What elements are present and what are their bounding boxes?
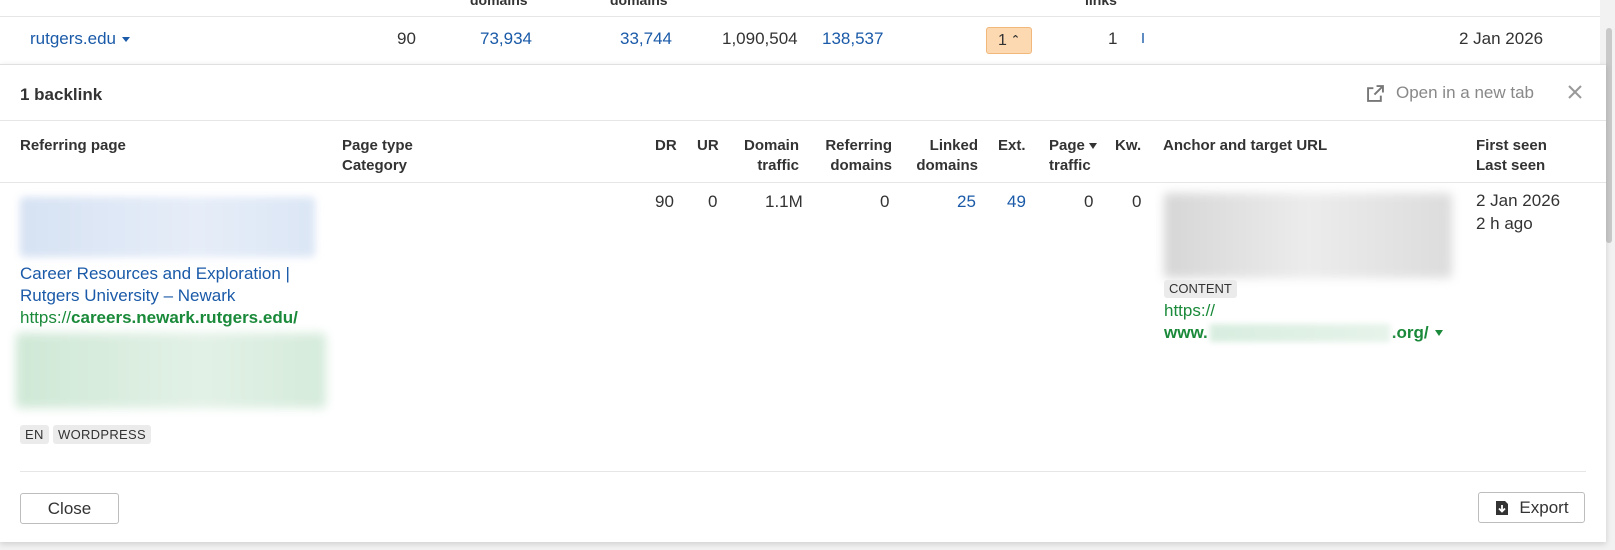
bg-date: 2 Jan 2026 [1459, 29, 1544, 48]
col-linked-domains-l2: domains [916, 157, 978, 174]
col-page-type: Page type Category [342, 136, 413, 176]
col-first-seen-label: First seen [1476, 137, 1547, 154]
column-header-fragment: domains [470, 0, 528, 8]
col-page-type-label: Page type [342, 137, 413, 154]
sort-desc-icon [1088, 143, 1097, 150]
row-page-traffic: 0 [1084, 192, 1094, 211]
redacted-anchor-area [20, 197, 315, 257]
col-referring-domains-l1: Referring [825, 137, 892, 154]
row-kw: 0 [1132, 192, 1142, 211]
redacted-anchor-text [1164, 193, 1452, 278]
url-prefix: https:// [20, 308, 72, 327]
bg-links-value: 1 [1108, 29, 1118, 48]
panel-title: 1 backlink [20, 85, 103, 104]
footer-divider [20, 471, 1586, 472]
redacted-url-area [16, 333, 326, 408]
referring-page-url[interactable]: https://careers.newark.rutgers.edu/ [20, 308, 298, 328]
column-header-fragment: domains [610, 0, 668, 8]
col-ur[interactable]: UR [697, 136, 719, 156]
domain-link-label: rutgers.edu [30, 29, 116, 48]
last-seen-date: 2 h ago [1476, 214, 1533, 233]
col-dr[interactable]: DR [655, 136, 677, 156]
col-page-traffic-l1: Page [1049, 136, 1097, 156]
bg-value-link[interactable]: 138,537 [822, 29, 883, 49]
export-button[interactable]: Export [1478, 492, 1585, 523]
close-button[interactable]: Close [20, 493, 119, 524]
row-ext-link[interactable]: 49 [1007, 192, 1026, 212]
bg-value-link[interactable]: 33,744 [620, 29, 672, 49]
col-page-traffic-l2: traffic [1049, 157, 1091, 174]
row-domain-traffic: 1.1M [765, 192, 803, 211]
bg-value-link[interactable]: 73,934 [480, 29, 532, 49]
col-page-traffic-label: Page [1049, 137, 1085, 154]
open-new-tab-label: Open in a new tab [1396, 83, 1534, 102]
col-referring-page: Referring page [20, 137, 126, 154]
row-linked-domains-link[interactable]: 25 [957, 192, 976, 212]
col-referring-domains-l2: domains [830, 157, 892, 174]
col-linked-domains-l1: Linked [929, 137, 978, 154]
badge-count: 1 [997, 31, 1007, 49]
row-dr: 90 [655, 192, 674, 211]
redacted-target-host [1209, 324, 1390, 342]
backlink-panel: 1 backlink Open in a new tab Referring p… [0, 64, 1606, 542]
anchor-type-tag: CONTENT [1164, 280, 1237, 298]
sparkline [1142, 33, 1144, 43]
col-kw[interactable]: Kw. [1115, 136, 1141, 156]
row-ur: 0 [708, 192, 718, 211]
col-anchor-target: Anchor and target URL [1163, 137, 1328, 154]
background-table: domains domains links rutgers.edu 90 73,… [0, 0, 1600, 68]
col-domain-traffic[interactable]: Domain traffic [739, 136, 799, 176]
seen-dates: 2 Jan 2026 2 h ago [1476, 189, 1560, 235]
col-first-last-seen[interactable]: First seen Last seen [1476, 136, 1547, 176]
header-divider [0, 120, 1606, 121]
row-divider [0, 16, 1600, 17]
col-page-traffic[interactable]: Page traffic [1049, 136, 1097, 176]
col-domain-traffic-l1: Domain [743, 137, 799, 154]
url-host: careers.newark.rutgers.edu/ [71, 308, 298, 327]
column-header-fragment: links [1085, 0, 1117, 8]
domain-link[interactable]: rutgers.edu [30, 29, 130, 49]
col-referring-domains[interactable]: Referring domains [813, 136, 892, 176]
row-referring-domains: 0 [880, 192, 890, 211]
export-label: Export [1519, 497, 1569, 517]
target-url-prefix[interactable]: https:// [1164, 301, 1215, 321]
table-header-divider [0, 182, 1606, 183]
chevron-down-icon[interactable] [1434, 330, 1443, 336]
col-linked-domains[interactable]: Linked domains [910, 136, 978, 176]
language-tag: EN [20, 425, 49, 444]
scrollbar[interactable] [1606, 28, 1612, 243]
col-category-label: Category [342, 157, 408, 174]
target-host-start: www. [1164, 323, 1208, 342]
backlinks-toggle-badge[interactable]: 1 ⌃ [986, 27, 1032, 54]
col-last-seen-label: Last seen [1476, 157, 1546, 174]
first-seen-date: 2 Jan 2026 [1476, 191, 1561, 210]
target-host-end: .org/ [1391, 323, 1429, 342]
bg-value: 1,090,504 [722, 29, 798, 48]
download-icon [1496, 500, 1509, 515]
bg-dr-value: 90 [397, 29, 416, 48]
target-url-link[interactable]: www. .org/ [1164, 323, 1443, 343]
platform-tag: WORDPRESS [53, 425, 151, 444]
chevron-down-icon[interactable] [122, 37, 130, 43]
external-link-icon [1367, 84, 1384, 102]
chevron-up-icon: ⌃ [1010, 34, 1021, 46]
col-ext[interactable]: Ext. [998, 136, 1026, 156]
referring-page-title-link[interactable]: Career Resources and Exploration | Rutge… [20, 263, 320, 307]
close-icon[interactable] [1565, 82, 1585, 102]
open-new-tab-link[interactable]: Open in a new tab [1367, 83, 1534, 103]
col-domain-traffic-l2: traffic [757, 157, 799, 174]
